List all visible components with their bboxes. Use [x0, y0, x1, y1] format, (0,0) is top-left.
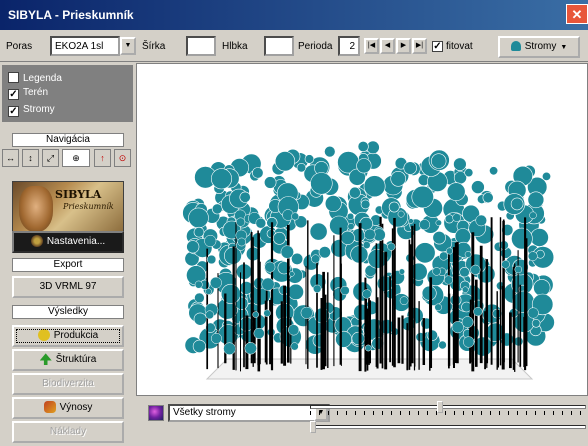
costs-button[interactable]: Náklady [12, 421, 124, 443]
view-slider-bottom-track [310, 425, 586, 429]
fit-label: fitovat [446, 41, 473, 52]
species-icon [148, 405, 164, 421]
settings-button-label: Nastavenia... [46, 236, 106, 247]
move-up-icon[interactable]: ↑ [94, 149, 111, 167]
view-slider-bottom[interactable] [310, 421, 586, 435]
forest-stand-render [182, 140, 555, 380]
depth-label: Hlbka [222, 41, 248, 52]
structure-button-label: Štruktúra [55, 354, 97, 365]
layer-terrain-checkbox[interactable]: ✓ [8, 89, 19, 100]
layer-legend[interactable]: Legenda [8, 70, 62, 84]
pan-icon[interactable]: ↔ [2, 149, 19, 167]
navigation-tools: ↔ ↕ ⤢ ⊕ ↑ ⊙ [2, 149, 132, 167]
layer-terrain[interactable]: ✓ Terén [8, 87, 48, 101]
title-bar[interactable]: SIBYLA - Prieskumník ✕ [0, 0, 588, 30]
left-panel: Legenda ✓ Terén ✓ Stromy Navigácia ↔ ↕ ⤢ ⊕… [0, 63, 135, 446]
tilt-icon[interactable]: ↕ [22, 149, 39, 167]
chevron-down-icon: ▼ [560, 44, 568, 51]
next-period-icon[interactable]: ▶ [396, 38, 411, 54]
logo-title: SIBYLA [55, 188, 102, 201]
forest-3d-view[interactable] [136, 63, 588, 396]
structure-icon [39, 353, 52, 366]
plot-label: Poras [6, 41, 33, 52]
sibyla-logo: SIBYLA Prieskumník [12, 181, 124, 235]
layer-legend-label: Legenda [23, 73, 62, 84]
rotate-icon[interactable]: ⤢ [42, 149, 59, 167]
plot-dropdown-icon[interactable]: ▼ [120, 37, 136, 55]
zoom-icon[interactable]: ⊕ [62, 149, 90, 167]
bottom-controls: Všetky stromy ▼ [136, 397, 588, 446]
export-header: Export [12, 258, 124, 272]
toolbar: Poras EKO2A 1sl ▼ Šírka Hlbka Perioda 2 … [0, 30, 588, 62]
trees-icon [510, 41, 521, 52]
yields-button[interactable]: Výnosy [12, 397, 124, 419]
depth-input[interactable] [264, 36, 294, 56]
width-input[interactable] [186, 36, 216, 56]
view-slider-top-track [310, 405, 586, 409]
close-button[interactable]: ✕ [566, 4, 588, 24]
species-select[interactable]: Všetky stromy [168, 404, 330, 422]
yields-button-label: Výnosy [59, 402, 93, 413]
reset-view-icon[interactable]: ⊙ [114, 149, 131, 167]
vrml-export-button[interactable]: 3D VRML 97 [12, 276, 124, 298]
last-period-icon[interactable]: ▶| [412, 38, 427, 54]
window-title: SIBYLA - Prieskumník [8, 8, 134, 22]
view-slider-bottom-thumb[interactable] [310, 421, 316, 433]
trees-button[interactable]: Stromy ▼ [498, 36, 580, 58]
view-slider-top[interactable] [310, 401, 586, 415]
settings-button[interactable]: Nastavenia... [12, 231, 124, 253]
structure-button[interactable]: Štruktúra [12, 349, 124, 371]
logo-subtitle: Prieskumník [63, 202, 114, 211]
yields-icon [43, 401, 56, 414]
production-button-label: Produkcia [53, 330, 99, 341]
width-label: Šírka [142, 41, 166, 52]
period-label: Perioda [298, 41, 333, 52]
layer-trees-checkbox[interactable]: ✓ [8, 106, 19, 117]
app-window: SIBYLA - Prieskumník ✕ Poras EKO2A 1sl ▼… [0, 0, 588, 446]
navigation-header: Navigácia [12, 133, 124, 147]
layer-legend-checkbox[interactable] [8, 72, 19, 83]
biodiversity-button[interactable]: Biodiverzita [12, 373, 124, 395]
layer-terrain-label: Terén [23, 87, 49, 98]
prev-period-icon[interactable]: ◀ [380, 38, 395, 54]
first-period-icon[interactable]: |◀ [364, 38, 379, 54]
trees-button-label: Stromy [524, 41, 557, 52]
fit-checkbox[interactable]: ✓ [432, 41, 443, 52]
layer-trees-label: Stromy [23, 104, 55, 115]
layer-trees[interactable]: ✓ Stromy [8, 104, 55, 118]
period-input[interactable]: 2 [338, 36, 360, 56]
production-icon [37, 329, 50, 342]
layers-panel: Legenda ✓ Terén ✓ Stromy [2, 65, 133, 122]
view-slider-top-ticks [310, 411, 586, 415]
results-header: Výsledky [12, 305, 124, 319]
plot-select[interactable]: EKO2A 1sl [50, 36, 120, 56]
production-button[interactable]: Produkcia [12, 325, 124, 347]
logo-portrait [19, 186, 53, 232]
settings-icon [30, 235, 43, 248]
